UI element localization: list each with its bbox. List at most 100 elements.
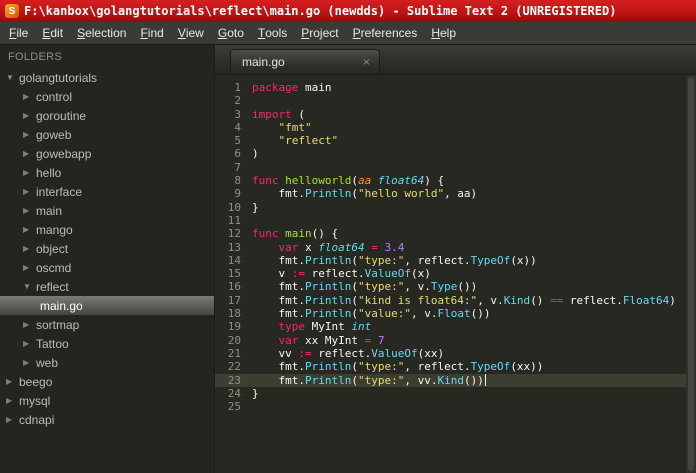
code-line-3: 3 import ( xyxy=(215,108,696,121)
chevron-right-icon[interactable]: ▶ xyxy=(6,415,19,424)
chevron-right-icon[interactable]: ▶ xyxy=(6,396,19,405)
code-line-9: 9 fmt.Println("hello world", aa) xyxy=(215,187,696,200)
chevron-right-icon[interactable]: ▶ xyxy=(6,377,19,386)
chevron-down-icon[interactable]: ▼ xyxy=(23,282,36,291)
chevron-right-icon[interactable]: ▶ xyxy=(23,339,36,348)
menu-project[interactable]: Project xyxy=(294,22,345,44)
folder-hello[interactable]: ▶ hello xyxy=(0,163,214,182)
folder-beego[interactable]: ▶ beego xyxy=(0,372,214,391)
line-number: 19 xyxy=(227,320,241,334)
line-number: 6 xyxy=(234,147,241,161)
folder-golangtutorials[interactable]: ▼ golangtutorials xyxy=(0,68,214,87)
chevron-right-icon[interactable]: ▶ xyxy=(23,244,36,253)
code-line-13: 13 var x float64 = 3.4 xyxy=(215,241,696,254)
tab-main.go[interactable]: main.go × xyxy=(230,49,380,74)
folder-web[interactable]: ▶ web xyxy=(0,353,214,372)
menu-preferences[interactable]: Preferences xyxy=(346,22,425,44)
code-text: fmt.Println("type:", reflect.TypeOf(xx)) xyxy=(252,360,544,374)
line-number: 12 xyxy=(227,227,241,241)
code-line-22: 22 fmt.Println("type:", reflect.TypeOf(x… xyxy=(215,360,696,373)
chevron-right-icon[interactable]: ▶ xyxy=(23,149,36,158)
chevron-right-icon[interactable]: ▶ xyxy=(23,206,36,215)
tree-item-label: mango xyxy=(36,222,73,237)
line-number: 11 xyxy=(227,213,241,227)
tree-item-label: sortmap xyxy=(36,317,80,332)
code-text: package main xyxy=(252,81,332,94)
chevron-right-icon[interactable]: ▶ xyxy=(23,111,36,120)
chevron-right-icon[interactable]: ▶ xyxy=(23,187,36,196)
menu-tools[interactable]: Tools xyxy=(251,22,294,44)
folder-main[interactable]: ▶ main xyxy=(0,201,214,220)
folder-cdnapi[interactable]: ▶ cdnapi xyxy=(0,410,214,429)
code-line-19: 19 type MyInt int xyxy=(215,320,696,333)
code-line-12: 12 func main() { xyxy=(215,227,696,240)
line-number: 9 xyxy=(234,187,241,201)
menu-goto[interactable]: Goto xyxy=(211,22,251,44)
menu-find[interactable]: Find xyxy=(133,22,170,44)
folder-goroutine[interactable]: ▶ goroutine xyxy=(0,106,214,125)
code-line-14: 14 fmt.Println("type:", reflect.TypeOf(x… xyxy=(215,254,696,267)
folder-mysql[interactable]: ▶ mysql xyxy=(0,391,214,410)
menu-selection[interactable]: Selection xyxy=(70,22,133,44)
line-number: 22 xyxy=(227,360,241,374)
tree-item-label: goroutine xyxy=(36,108,87,123)
chevron-right-icon[interactable]: ▶ xyxy=(23,225,36,234)
text-cursor xyxy=(484,373,487,386)
line-number: 1 xyxy=(234,81,241,94)
line-number: 24 xyxy=(227,386,241,400)
code-line-17: 17 fmt.Println("kind is float64:", v.Kin… xyxy=(215,294,696,307)
line-number: 13 xyxy=(227,240,241,254)
chevron-down-icon[interactable]: ▼ xyxy=(6,73,19,82)
chevron-right-icon[interactable]: ▶ xyxy=(23,263,36,272)
folder-oscmd[interactable]: ▶ oscmd xyxy=(0,258,214,277)
folder-mango[interactable]: ▶ mango xyxy=(0,220,214,239)
line-number: 21 xyxy=(227,346,241,360)
chevron-right-icon[interactable]: ▶ xyxy=(23,320,36,329)
line-number: 17 xyxy=(227,293,241,307)
code-line-11: 11 xyxy=(215,214,696,227)
vertical-scrollbar[interactable] xyxy=(686,75,696,473)
code-line-6: 6) xyxy=(215,147,696,160)
code-editor[interactable]: 1 package main 2 3 import (4 "fmt" 5 "reflect… xyxy=(215,75,696,473)
menu-help[interactable]: Help xyxy=(424,22,463,44)
folder-interface[interactable]: ▶ interface xyxy=(0,182,214,201)
menu-bar: File Edit Selection Find View Goto Tools Projec… xyxy=(0,22,696,45)
chevron-right-icon[interactable]: ▶ xyxy=(23,168,36,177)
line-number: 20 xyxy=(227,333,241,347)
tree-item-label: cdnapi xyxy=(19,412,55,427)
line-number: 8 xyxy=(234,174,241,188)
folder-reflect[interactable]: ▼ reflect xyxy=(0,277,214,296)
sublime-logo-icon: S xyxy=(5,4,19,18)
code-text: fmt.Println("hello world", aa) xyxy=(252,187,478,201)
chevron-right-icon[interactable]: ▶ xyxy=(23,358,36,367)
folder-tattoo[interactable]: ▶ Tattoo xyxy=(0,334,214,353)
code-line-10: 10} xyxy=(215,201,696,214)
menu-view[interactable]: View xyxy=(171,22,211,44)
tree-item-label: main.go xyxy=(40,298,83,313)
chevron-right-icon[interactable]: ▶ xyxy=(23,92,36,101)
close-icon[interactable]: × xyxy=(363,56,370,68)
tree-item-label: goweb xyxy=(36,127,72,142)
folder-object[interactable]: ▶ object xyxy=(0,239,214,258)
menu-edit[interactable]: Edit xyxy=(35,22,70,44)
folder-control[interactable]: ▶ control xyxy=(0,87,214,106)
menu-file[interactable]: File xyxy=(2,22,35,44)
code-line-8: 8 func helloworld(aa float64) { xyxy=(215,174,696,187)
file-main.go[interactable]: main.go xyxy=(0,296,214,315)
tree-item-label: gowebapp xyxy=(36,146,92,161)
scrollbar-thumb[interactable] xyxy=(688,77,694,471)
code-line-7: 7 xyxy=(215,161,696,174)
folder-sortmap[interactable]: ▶ sortmap xyxy=(0,315,214,334)
code-text: fmt.Println("value:", v.Float()) xyxy=(252,307,491,321)
folders-header: FOLDERS xyxy=(8,51,63,63)
folder-gowebapp[interactable]: ▶ gowebapp xyxy=(0,144,214,163)
code-text: "fmt" xyxy=(278,120,312,134)
code-text: "reflect" xyxy=(278,134,339,148)
tree-item-label: reflect xyxy=(36,279,69,294)
code-text: var x float64 = 3.4 xyxy=(278,240,405,254)
line-number: 10 xyxy=(227,200,241,214)
chevron-right-icon[interactable]: ▶ xyxy=(23,130,36,139)
folder-goweb[interactable]: ▶ goweb xyxy=(0,125,214,144)
